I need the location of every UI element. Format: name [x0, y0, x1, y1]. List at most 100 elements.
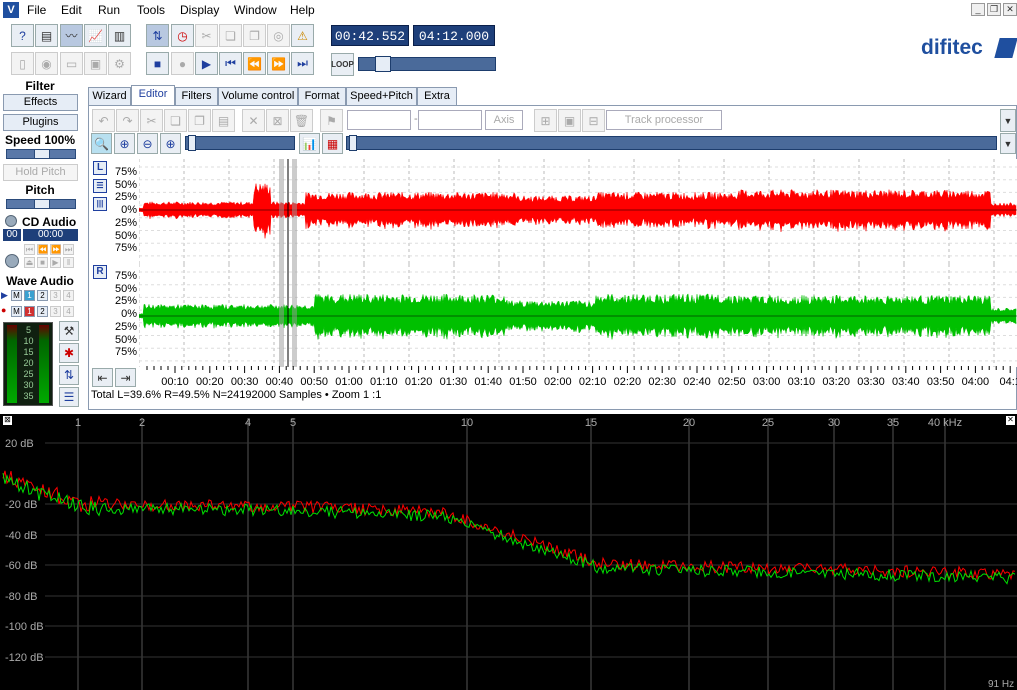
go-start-icon[interactable]: ⇤ — [92, 368, 113, 387]
copy-icon[interactable]: ❏ — [219, 24, 242, 47]
channel-bars-icon[interactable]: ||| — [93, 197, 107, 211]
list-icon[interactable]: ☰ — [59, 387, 79, 407]
color-icon[interactable]: ▦ — [322, 133, 343, 154]
channel-left-badge[interactable]: L — [93, 161, 107, 175]
spectrum-analyzer[interactable]: ⊠ ✕ 1 2 4 5 10 15 20 25 30 35 40 kHz 20 dB -20 dB -40… — [0, 414, 1017, 690]
cd-icon[interactable]: ◎ — [267, 24, 290, 47]
loop-button[interactable]: LOOP — [331, 53, 354, 76]
play-icon[interactable]: ▶ — [195, 52, 218, 75]
paste-icon[interactable]: ❐ — [243, 24, 266, 47]
pitch-slider[interactable] — [6, 199, 76, 209]
tab-format[interactable]: Format — [298, 87, 346, 105]
tab-volume-control[interactable]: Volume control — [218, 87, 298, 105]
fast-forward-icon[interactable]: ⏩ — [267, 52, 290, 75]
grid-icon[interactable]: ⊞ — [534, 109, 557, 132]
rec-3-button[interactable]: 3 — [50, 306, 61, 317]
effects-button[interactable]: Effects — [3, 94, 78, 111]
axis-button[interactable]: Axis — [485, 110, 523, 130]
fx-icon[interactable]: ⊟ — [582, 109, 605, 132]
selection-start[interactable] — [279, 264, 284, 367]
restore-icon[interactable]: ❐ — [987, 3, 1001, 16]
skip-end-icon[interactable]: ⏭ — [291, 52, 314, 75]
marker-icon[interactable]: ⚑ — [320, 109, 343, 132]
mixer-icon[interactable]: ⇅ — [146, 24, 169, 47]
stop-icon[interactable]: ■ — [146, 52, 169, 75]
cd-prev-icon[interactable]: ⏮ — [24, 244, 35, 255]
zoom-fit-icon[interactable]: 🔍 — [91, 133, 112, 154]
zoom-slider[interactable] — [185, 135, 295, 151]
rec-m-button[interactable]: M — [11, 306, 22, 317]
tab-editor[interactable]: Editor — [131, 85, 175, 105]
cd-rew-icon[interactable]: ⏪ — [37, 244, 48, 255]
chevron-down-icon[interactable]: ▼ — [1000, 133, 1016, 154]
speed-slider[interactable] — [6, 149, 76, 159]
help-icon[interactable]: ? — [11, 24, 34, 47]
zoom-slider-thumb[interactable] — [188, 135, 196, 151]
rec-1-button[interactable]: 1 — [24, 306, 35, 317]
playback-slider[interactable] — [358, 56, 496, 72]
selection-end[interactable] — [292, 264, 297, 367]
zoom-out-icon[interactable]: ⊖ — [137, 133, 158, 154]
settings-icon[interactable]: ⚙ — [108, 52, 131, 75]
tab-extra[interactable]: Extra — [417, 87, 457, 105]
track-processor-button[interactable]: Track processor — [606, 110, 722, 130]
right-channel-waveform[interactable] — [139, 264, 1017, 367]
wave-view-icon[interactable]: 〰 — [60, 24, 83, 47]
alert-icon[interactable]: ⚠ — [291, 24, 314, 47]
plugins-button[interactable]: Plugins — [3, 114, 78, 131]
tab-wizard[interactable]: Wizard — [88, 87, 131, 105]
scroll-slider-thumb[interactable] — [349, 135, 357, 151]
wave-m-button[interactable]: M — [11, 290, 22, 301]
print-icon[interactable]: ▤ — [35, 24, 58, 47]
hold-pitch-button[interactable]: Hold Pitch — [3, 164, 78, 181]
analysis-icon[interactable]: ▥ — [108, 24, 131, 47]
wave-1-button[interactable]: 1 — [24, 290, 35, 301]
tab-filters[interactable]: Filters — [175, 87, 218, 105]
end-field[interactable] — [418, 110, 482, 130]
save-icon[interactable]: ▣ — [84, 52, 107, 75]
redo-icon[interactable]: ↷ — [116, 109, 139, 132]
cd-pause-icon[interactable]: ‖ — [63, 257, 74, 268]
mix-icon[interactable]: ▤ — [212, 109, 235, 132]
tools-icon[interactable]: ✂ — [195, 24, 218, 47]
rec-2-button[interactable]: 2 — [37, 306, 48, 317]
record-disk-icon[interactable]: ◉ — [35, 52, 58, 75]
silence-icon[interactable]: ✕ — [242, 109, 265, 132]
cd-ff-icon[interactable]: ⏩ — [50, 244, 61, 255]
copy-wave-icon[interactable]: ❏ — [164, 109, 187, 132]
rewind-icon[interactable]: ⏪ — [243, 52, 266, 75]
mixer-tool-icon[interactable]: ⚒ — [59, 321, 79, 341]
chevron-down-icon[interactable]: ▼ — [1000, 109, 1016, 132]
pitch-slider-thumb[interactable] — [34, 199, 50, 209]
timeline-ruler[interactable]: 00:10 00:20 00:30 00:40 00:50 01:00 01:10 01:20… — [139, 366, 1017, 388]
open-folder-icon[interactable]: ▭ — [60, 52, 83, 75]
menu-window[interactable]: Window — [234, 3, 277, 17]
tune-icon[interactable]: ✱ — [59, 343, 79, 363]
zoom-in-icon[interactable]: ⊕ — [114, 133, 135, 154]
cut-icon[interactable]: ✂ — [140, 109, 163, 132]
chart-icon[interactable]: 📊 — [299, 133, 320, 154]
menu-help[interactable]: Help — [290, 3, 315, 17]
undo-icon[interactable]: ↶ — [92, 109, 115, 132]
speed-slider-thumb[interactable] — [34, 149, 50, 159]
wave-2-button[interactable]: 2 — [37, 290, 48, 301]
new-file-icon[interactable]: ▯ — [11, 52, 34, 75]
close-icon[interactable]: ✕ — [1003, 3, 1017, 16]
clock-icon[interactable]: ◷ — [171, 24, 194, 47]
cd-power-icon[interactable] — [5, 254, 19, 268]
wave-3-button[interactable]: 3 — [50, 290, 61, 301]
selection-start[interactable] — [279, 159, 284, 266]
menu-file[interactable]: File — [27, 3, 46, 17]
channel-list-icon[interactable]: ☰ — [93, 179, 107, 193]
menu-run[interactable]: Run — [98, 3, 120, 17]
frame-icon[interactable]: ▣ — [558, 109, 581, 132]
paste-wave-icon[interactable]: ❐ — [188, 109, 211, 132]
app-icon[interactable]: V — [3, 2, 19, 18]
record-icon[interactable]: ● — [171, 52, 194, 75]
selection-end[interactable] — [292, 159, 297, 266]
tab-speed-pitch[interactable]: Speed+Pitch — [346, 87, 417, 105]
rec-4-button[interactable]: 4 — [63, 306, 74, 317]
go-end-icon[interactable]: ⇥ — [115, 368, 136, 387]
start-field[interactable] — [347, 110, 411, 130]
eq-icon[interactable]: ⇅ — [59, 365, 79, 385]
